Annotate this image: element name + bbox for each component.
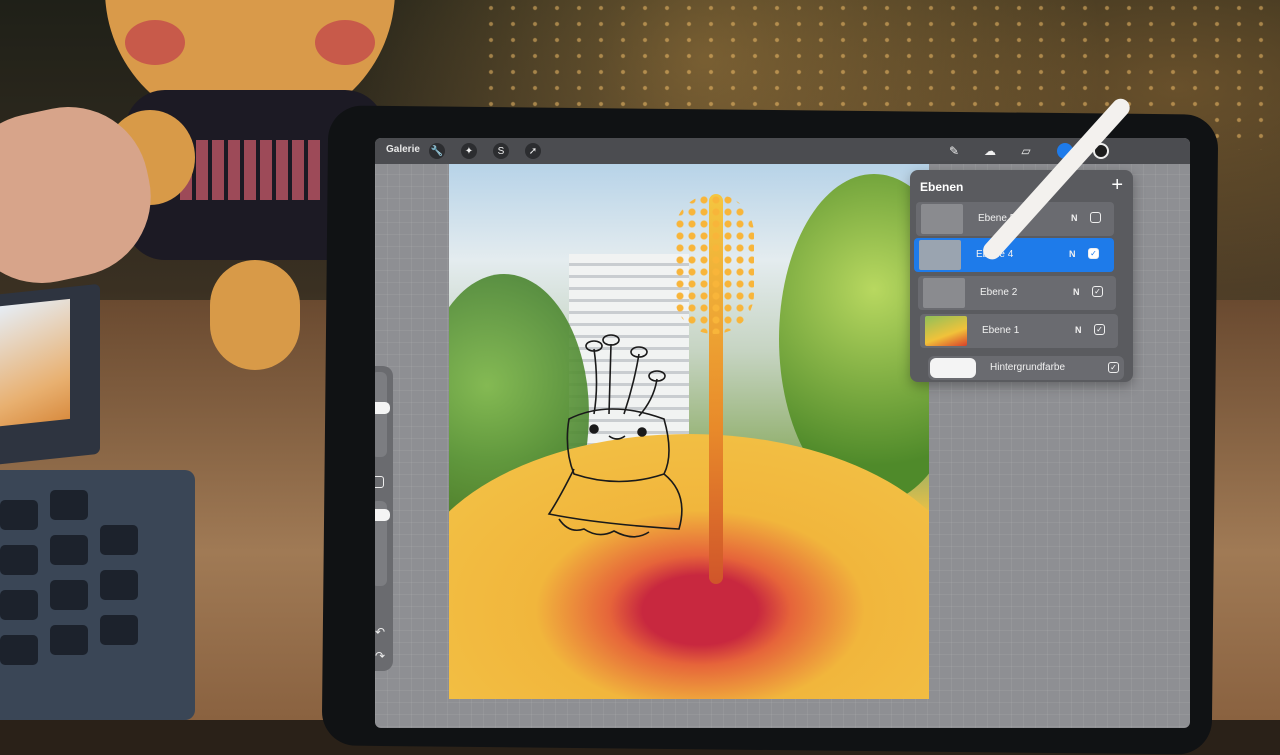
sketch-mushroom-cap bbox=[602, 334, 620, 346]
keyboard-key bbox=[0, 500, 38, 530]
background-color-swatch bbox=[930, 358, 976, 378]
layer-visibility-checkbox[interactable] bbox=[1090, 212, 1101, 223]
selection-s-icon[interactable]: S bbox=[493, 143, 509, 159]
layers-panel: Ebenen + Ebene 5 N Ebene 4 N ✓ Ebene 2 N… bbox=[910, 170, 1133, 382]
keyboard-key bbox=[100, 615, 138, 645]
eyedropper-square-icon[interactable] bbox=[375, 476, 384, 488]
keyboard-key bbox=[50, 535, 88, 565]
layer-thumbnail bbox=[921, 204, 963, 234]
layer-thumbnail bbox=[925, 316, 967, 346]
background-visibility-checkbox[interactable]: ✓ bbox=[1108, 362, 1119, 373]
laptop-screen bbox=[0, 283, 100, 467]
background-layer-name: Hintergrundfarbe bbox=[990, 362, 1066, 373]
layer-thumbnail bbox=[919, 240, 961, 270]
background-color-layer[interactable]: Hintergrundfarbe ✓ bbox=[928, 356, 1124, 380]
gallery-button[interactable]: Galerie bbox=[386, 144, 420, 155]
keyboard-key bbox=[100, 570, 138, 600]
layer-blend-mode[interactable]: N bbox=[1073, 287, 1080, 297]
laptop-screen-content bbox=[0, 298, 70, 427]
add-layer-plus-icon[interactable]: + bbox=[1111, 174, 1123, 197]
sketch-eye-left bbox=[589, 424, 599, 434]
layer-blend-mode[interactable]: N bbox=[1075, 325, 1082, 335]
magic-wand-icon[interactable]: ✦ bbox=[461, 143, 477, 159]
redo-icon[interactable]: ↷ bbox=[375, 648, 389, 664]
layer-blend-mode[interactable]: N bbox=[1069, 249, 1076, 259]
left-sidebar: ↶ ↷ bbox=[375, 366, 393, 671]
transform-arrow-icon[interactable]: ➚ bbox=[525, 143, 541, 159]
procreate-screen: Galerie 🔧 ✦ S ➚ ✎ ☁ ▱ ↶ ↷ Ebenen + Ebene… bbox=[375, 138, 1190, 728]
layer-visibility-checkbox[interactable]: ✓ bbox=[1094, 324, 1105, 335]
sketch-eye-right bbox=[637, 427, 647, 437]
keyboard-key bbox=[50, 580, 88, 610]
smudge-icon[interactable]: ☁ bbox=[981, 143, 999, 159]
layer-visibility-checkbox[interactable]: ✓ bbox=[1088, 248, 1099, 259]
opacity-slider[interactable] bbox=[375, 501, 390, 586]
laptop-keyboard bbox=[0, 470, 195, 720]
undo-icon[interactable]: ↶ bbox=[375, 624, 389, 640]
brush-size-slider[interactable] bbox=[375, 372, 390, 457]
sketch-cloak bbox=[547, 468, 683, 530]
sketch-mouth bbox=[608, 435, 626, 440]
keyboard-key bbox=[50, 625, 88, 655]
layer-row-ebene-1[interactable]: Ebene 1 N ✓ bbox=[920, 314, 1118, 348]
layers-panel-title: Ebenen bbox=[920, 180, 964, 194]
plush-cheek-right bbox=[315, 20, 375, 65]
keyboard-key bbox=[0, 545, 38, 575]
layer-name: Ebene 2 bbox=[980, 287, 1018, 298]
laptop bbox=[0, 283, 195, 720]
layer-name: Ebene 1 bbox=[982, 325, 1020, 336]
brush-icon[interactable]: ✎ bbox=[945, 143, 963, 159]
keyboard-key bbox=[100, 525, 138, 555]
sketch-mushroom-stems bbox=[593, 343, 658, 417]
drawing-canvas[interactable] bbox=[449, 164, 929, 699]
plush-shirt-pattern bbox=[180, 140, 320, 200]
layer-row-ebene-4[interactable]: Ebene 4 N ✓ bbox=[914, 238, 1114, 272]
plush-cheek-left bbox=[125, 20, 185, 65]
brush-size-thumb[interactable] bbox=[375, 402, 390, 414]
wrench-icon[interactable]: 🔧 bbox=[429, 143, 445, 159]
photo-hibiscus-pollen bbox=[674, 194, 754, 334]
opacity-thumb[interactable] bbox=[375, 509, 390, 521]
eraser-icon[interactable]: ▱ bbox=[1017, 143, 1035, 159]
layer-visibility-checkbox[interactable]: ✓ bbox=[1092, 286, 1103, 297]
layer-thumbnail bbox=[923, 278, 965, 308]
keyboard-key bbox=[0, 635, 38, 665]
keyboard-key bbox=[50, 490, 88, 520]
character-sketch bbox=[547, 334, 683, 538]
plush-leg bbox=[210, 260, 300, 370]
layer-blend-mode[interactable]: N bbox=[1071, 213, 1078, 223]
keyboard-key bbox=[0, 590, 38, 620]
layer-row-ebene-2[interactable]: Ebene 2 N ✓ bbox=[918, 276, 1116, 310]
sketch-head bbox=[566, 408, 670, 483]
